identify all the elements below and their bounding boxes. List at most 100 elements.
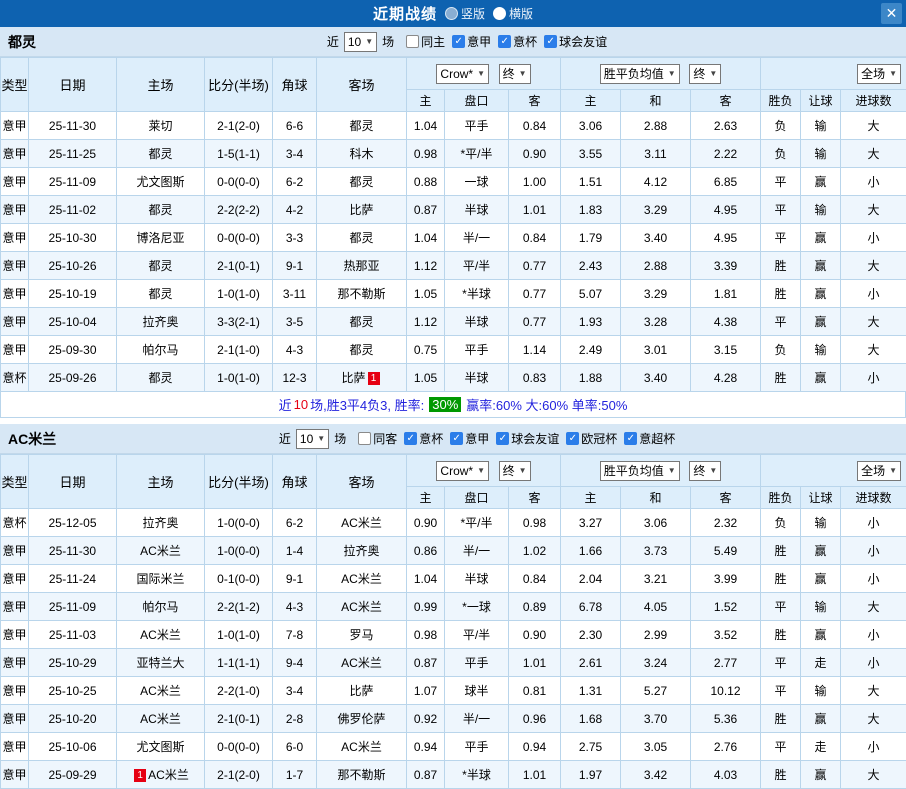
result-wdl: 负 (761, 140, 801, 168)
match-date: 25-12-05 (29, 509, 117, 537)
avg-stage-select[interactable]: 终▼ (689, 64, 721, 84)
checkbox-checked-icon[interactable]: ✓ (404, 432, 417, 445)
score: 1-0(1-0) (205, 621, 273, 649)
match-competition: 意甲 (1, 705, 29, 733)
avg-odds-win: 1.68 (561, 705, 621, 733)
checkbox-checked-icon[interactable]: ✓ (624, 432, 637, 445)
result-goals: 大 (841, 112, 906, 140)
league-filter-option[interactable]: 同客 (358, 430, 397, 447)
handicap-odds-home: 0.87 (407, 761, 445, 789)
match-row: 意甲25-10-29亚特兰大1-1(1-1)9-4AC米兰0.87平手1.012… (1, 649, 906, 677)
avg-odds-win: 1.93 (561, 308, 621, 336)
col-away: 客场 (317, 455, 407, 509)
avg-odds-lose: 2.76 (691, 733, 761, 761)
chevron-down-icon: ▼ (519, 464, 527, 478)
score: 0-0(0-0) (205, 733, 273, 761)
odds-stage-select[interactable]: 终▼ (499, 461, 531, 481)
result-goals: 小 (841, 280, 906, 308)
chevron-down-icon: ▼ (889, 67, 897, 81)
checkbox-unchecked-icon[interactable] (406, 35, 419, 48)
league-filter-option[interactable]: ✓球会友谊 (496, 430, 559, 447)
result-goals: 小 (841, 565, 906, 593)
col-goals: 进球数 (841, 487, 906, 509)
avg-odds-lose: 4.28 (691, 364, 761, 392)
col-avg-lose: 客 (691, 90, 761, 112)
fulltime-select[interactable]: 全场▼ (857, 64, 901, 84)
league-filter-option[interactable]: ✓意超杯 (624, 430, 675, 447)
avg-odds-lose: 1.81 (691, 280, 761, 308)
layout-horizontal-option[interactable]: 横版 (493, 5, 533, 22)
result-wdl: 负 (761, 336, 801, 364)
away-team: 罗马 (317, 621, 407, 649)
checkbox-checked-icon[interactable]: ✓ (452, 35, 465, 48)
record-summary: 近10场,胜3平4负3, 胜率: 30% 赢率:60% 大:60% 单率:50% (0, 392, 906, 418)
avg-odds-win: 1.79 (561, 224, 621, 252)
odds-provider-select[interactable]: Crow*▼ (436, 64, 489, 84)
away-team: 都灵 (317, 224, 407, 252)
col-handicap: 盘口 (445, 487, 509, 509)
filter-label: 同主 (421, 33, 445, 50)
handicap-odds-away: 0.90 (509, 621, 561, 649)
avg-odds-select[interactable]: 胜平负均值▼ (600, 461, 680, 481)
handicap-odds-home: 0.98 (407, 621, 445, 649)
avg-odds-lose: 4.95 (691, 224, 761, 252)
red-card-badge: 1 (134, 769, 146, 782)
filter-label: 意甲 (467, 33, 491, 50)
result-goals: 小 (841, 649, 906, 677)
match-competition: 意甲 (1, 308, 29, 336)
checkbox-checked-icon[interactable]: ✓ (544, 35, 557, 48)
handicap-odds-away: 0.89 (509, 593, 561, 621)
league-filter-option[interactable]: ✓意杯 (498, 33, 537, 50)
score: 2-1(2-0) (205, 761, 273, 789)
match-date: 25-11-30 (29, 537, 117, 565)
recent-count-select[interactable]: 10 ▼ (344, 32, 377, 52)
close-icon[interactable]: ✕ (881, 3, 902, 24)
col-handicap: 盘口 (445, 90, 509, 112)
col-score: 比分(半场) (205, 58, 273, 112)
league-filter-option[interactable]: ✓球会友谊 (544, 33, 607, 50)
handicap-odds-home: 1.12 (407, 252, 445, 280)
title-bar: 近期战绩 竖版 横版 ✕ (0, 0, 906, 27)
fulltime-select[interactable]: 全场▼ (857, 461, 901, 481)
match-date: 25-10-04 (29, 308, 117, 336)
layout-vertical-option[interactable]: 竖版 (445, 5, 485, 22)
recent-count-value: 10 (300, 432, 313, 446)
checkbox-checked-icon[interactable]: ✓ (450, 432, 463, 445)
league-filter-option[interactable]: ✓意甲 (450, 430, 489, 447)
radio-unselected-icon[interactable] (445, 7, 458, 20)
match-row: 意甲25-11-24国际米兰0-1(0-0)9-1AC米兰1.04半球0.842… (1, 565, 906, 593)
avg-stage-select[interactable]: 终▼ (689, 461, 721, 481)
radio-selected-icon[interactable] (493, 7, 506, 20)
away-team: AC米兰 (317, 565, 407, 593)
match-row: 意甲25-11-03AC米兰1-0(1-0)7-8罗马0.98平/半0.902.… (1, 621, 906, 649)
result-wdl: 平 (761, 593, 801, 621)
checkbox-checked-icon[interactable]: ✓ (566, 432, 579, 445)
avg-odds-lose: 4.95 (691, 196, 761, 224)
odds-stage-select[interactable]: 终▼ (499, 64, 531, 84)
home-team: AC米兰 (117, 621, 205, 649)
avg-odds-win: 1.88 (561, 364, 621, 392)
result-wdl: 负 (761, 112, 801, 140)
checkbox-unchecked-icon[interactable] (358, 432, 371, 445)
fulltime-value: 全场 (861, 464, 885, 478)
handicap-odds-home: 0.92 (407, 705, 445, 733)
handicap-line: 半/一 (445, 705, 509, 733)
corner-count: 9-4 (273, 649, 317, 677)
avg-odds-draw: 3.29 (621, 196, 691, 224)
league-filter-option[interactable]: ✓意杯 (404, 430, 443, 447)
result-handicap: 输 (801, 509, 841, 537)
league-filter-option[interactable]: ✓欧冠杯 (566, 430, 617, 447)
checkbox-checked-icon[interactable]: ✓ (496, 432, 509, 445)
home-team: AC米兰 (117, 705, 205, 733)
away-team: AC米兰 (317, 649, 407, 677)
handicap-odds-home: 1.04 (407, 112, 445, 140)
recent-count-select[interactable]: 10 ▼ (296, 429, 329, 449)
handicap-odds-away: 0.84 (509, 224, 561, 252)
league-filter-option[interactable]: ✓意甲 (452, 33, 491, 50)
league-filter-option[interactable]: 同主 (406, 33, 445, 50)
avg-odds-lose: 6.85 (691, 168, 761, 196)
avg-odds-lose: 3.15 (691, 336, 761, 364)
odds-provider-select[interactable]: Crow*▼ (436, 461, 489, 481)
avg-odds-select[interactable]: 胜平负均值▼ (600, 64, 680, 84)
checkbox-checked-icon[interactable]: ✓ (498, 35, 511, 48)
